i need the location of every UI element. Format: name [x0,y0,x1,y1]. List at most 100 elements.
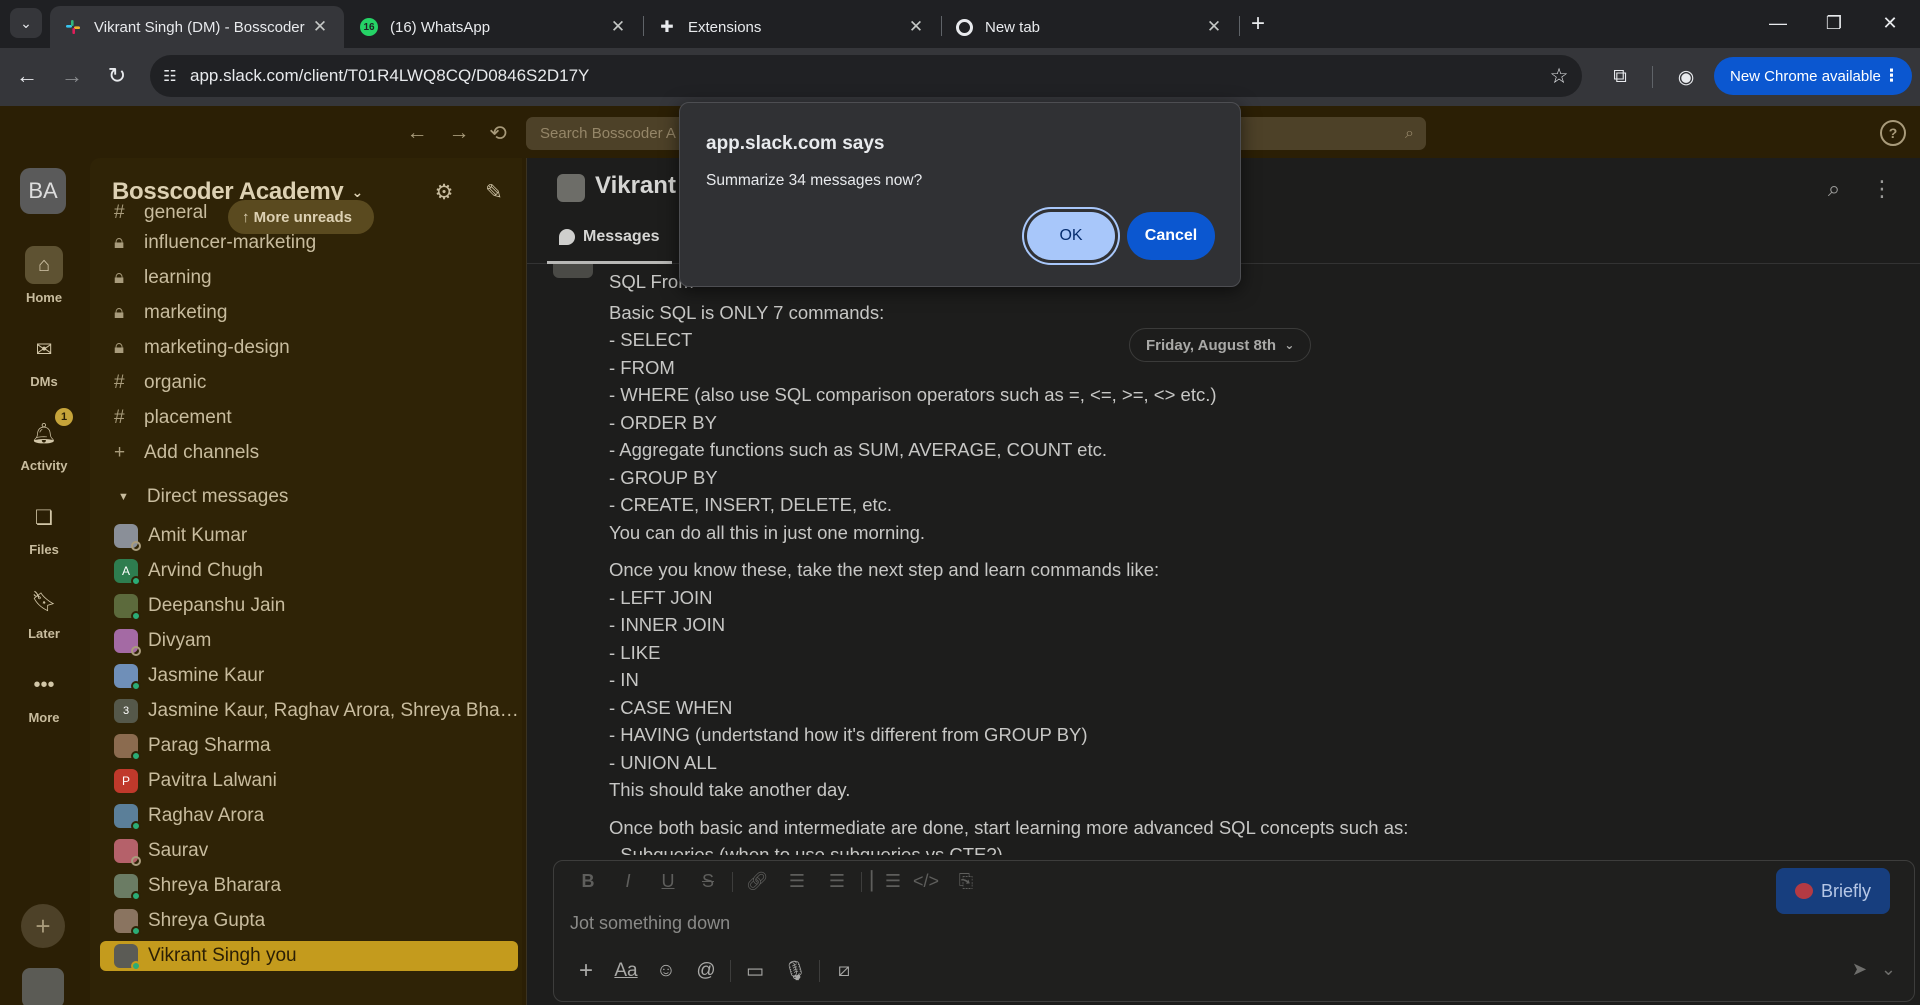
history-icon[interactable]: ⟲ [485,120,511,146]
avatar [114,734,141,761]
search-icon: ⌕ [1405,124,1414,142]
restore-icon[interactable]: ❐ [1810,6,1858,40]
channel-influencer-marketing[interactable]: 🔒︎ influencer-marketing [114,228,316,258]
forward-arrow-icon[interactable]: → [446,120,472,146]
emoji-icon[interactable]: ☺ [646,960,686,982]
dm-shreya-bharara[interactable]: Shreya Bharara [114,871,520,901]
workspace-avatar[interactable]: BA [20,168,66,214]
send-icon[interactable]: ➤ [1852,959,1867,980]
dm-group-jasmine-raghav-shreya[interactable]: 3 Jasmine Kaur, Raghav Arora, Shreya Bhar… [114,696,520,726]
rail-home[interactable]: ⌂ Home [0,246,88,305]
video-icon[interactable]: ▭ [735,960,775,983]
address-bar[interactable]: ☷ app.slack.com/client/T01R4LWQ8CQ/D0846… [150,55,1582,97]
channel-marketing-design[interactable]: 🔒︎ marketing-design [114,333,290,363]
plus-icon[interactable]: + [566,957,606,985]
gear-icon[interactable]: ⚙ [430,178,458,206]
add-workspace-plus-icon[interactable]: + [21,904,65,948]
close-icon[interactable]: ✕ [608,17,628,37]
profile-icon[interactable]: ◉ [1670,61,1702,93]
minimize-icon[interactable]: — [1754,6,1802,40]
tab-title: New tab [985,18,1041,36]
tab-whatsapp[interactable]: 16 (16) WhatsApp ✕ [346,6,642,48]
dm-label: Parag Sharma [148,735,271,756]
briefly-button[interactable]: Briefly [1776,868,1890,914]
close-icon[interactable]: ✕ [310,17,330,37]
close-window-icon[interactable]: ✕ [1866,6,1914,40]
channel-sidebar: Bosscoder Academy ⌄ ⚙ ✎ # general ↑ More … [90,158,522,1005]
avatar[interactable] [22,968,64,1005]
site-info-icon[interactable]: ☷ [150,67,190,85]
code-icon[interactable]: </> [906,871,946,892]
dm-shreya-gupta[interactable]: Shreya Gupta [114,906,520,936]
dm-amit-kumar[interactable]: Amit Kumar [114,521,520,551]
mention-icon[interactable]: @ [686,960,726,982]
compose-icon[interactable]: ✎ [480,178,508,206]
dm-label: Raghav Arora [148,805,265,826]
presence-icon [131,681,141,691]
ok-button[interactable]: OK [1027,212,1115,260]
channel-marketing[interactable]: 🔒︎ marketing [114,298,227,328]
dm-deepanshu-jain[interactable]: Deepanshu Jain [114,591,520,621]
channel-placement[interactable]: # placement [114,403,232,433]
new-tab-plus-icon[interactable]: + [1244,10,1272,38]
dm-saurav[interactable]: Saurav [114,836,520,866]
strikethrough-icon[interactable]: S [688,871,728,892]
kebab-menu-icon[interactable]: ⋮ [1883,66,1900,86]
dm-jasmine-kaur[interactable]: Jasmine Kaur [114,661,520,691]
italic-icon[interactable]: I [608,871,648,892]
extensions-puzzle-icon[interactable]: ⧉ [1604,61,1636,93]
microphone-icon[interactable]: 🎙︎ [775,959,815,983]
rail-dms[interactable]: ✉ DMs [0,330,88,390]
date-divider-button[interactable]: Friday, August 8th ⌄ [1129,328,1312,362]
chevron-down-icon[interactable]: ⌄ [1881,959,1896,980]
dm-arvind-chugh[interactable]: A Arvind Chugh [114,556,520,586]
slash-command-icon[interactable]: ⧄ [824,960,864,982]
link-icon[interactable]: 🔗︎ [737,871,777,892]
tab-messages[interactable]: Messages [547,212,672,264]
close-icon[interactable]: ✕ [1204,17,1224,37]
add-channels-button[interactable]: + Add channels [114,438,259,468]
bookmark-star-icon[interactable]: ☆ [1536,64,1582,89]
direct-messages-header[interactable]: ▼ Direct messages [118,486,288,508]
channel-learning[interactable]: 🔒︎ learning [114,263,212,293]
rail-more[interactable]: ••• More [0,666,88,726]
dm-label: Shreya Bharara [148,875,282,896]
ordered-list-icon[interactable]: ☰ [777,871,817,892]
channel-general[interactable]: # general [114,198,207,228]
rail-later[interactable]: 🔖︎ Later [0,582,88,642]
back-arrow-icon[interactable]: ← [12,61,42,91]
close-icon[interactable]: ✕ [906,17,926,37]
rail-files[interactable]: ❏ Files [0,498,88,558]
tab-extensions[interactable]: ✚ Extensions ✕ [644,6,940,48]
avatar [114,804,141,831]
code-block-icon[interactable]: ⎘ [946,871,986,892]
tab-new-tab[interactable]: New tab ✕ [942,6,1238,48]
blockquote-icon[interactable]: ▏☰ [866,871,906,892]
formatting-aa-icon[interactable]: Aa [606,960,646,982]
dm-divyam[interactable]: Divyam [114,626,520,656]
dm-parag-sharma[interactable]: Parag Sharma [114,731,520,761]
bold-icon[interactable]: B [568,871,608,892]
bulleted-list-icon[interactable]: ☰ [817,871,857,892]
url-text[interactable]: app.slack.com/client/T01R4LWQ8CQ/D0846S2… [190,66,1536,86]
presence-icon [131,576,141,586]
message-composer[interactable]: B I U S 🔗︎ ☰ ☰ ▏☰ </> ⎘ Jot something do… [553,860,1915,1002]
kebab-menu-icon[interactable]: ⋮ [1867,174,1897,204]
rail-activity[interactable]: 🔔︎ 1 Activity [0,408,88,473]
message-line: Once you know these, take the next step … [609,559,1160,580]
channel-organic[interactable]: # organic [114,368,206,398]
cancel-button[interactable]: Cancel [1127,212,1215,260]
tab-search-chevron-down-icon[interactable]: ⌄ [10,8,42,38]
reload-icon[interactable]: ↻ [102,61,132,91]
forward-arrow-icon[interactable]: → [57,61,87,91]
underline-icon[interactable]: U [648,871,688,892]
search-icon[interactable]: ⌕ [1819,174,1849,204]
new-chrome-available-button[interactable]: New Chrome available ⋮ [1714,57,1912,95]
help-icon[interactable]: ? [1880,120,1906,146]
back-arrow-icon[interactable]: ← [404,120,430,146]
tab-slack[interactable]: Vikrant Singh (DM) - Bosscoder ✕ [50,6,344,48]
divider [732,871,733,892]
dm-vikrant-singh[interactable]: Vikrant Singh you [100,941,518,971]
dm-raghav-arora[interactable]: Raghav Arora [114,801,520,831]
dm-pavitra-lalwani[interactable]: P Pavitra Lalwani [114,766,520,796]
